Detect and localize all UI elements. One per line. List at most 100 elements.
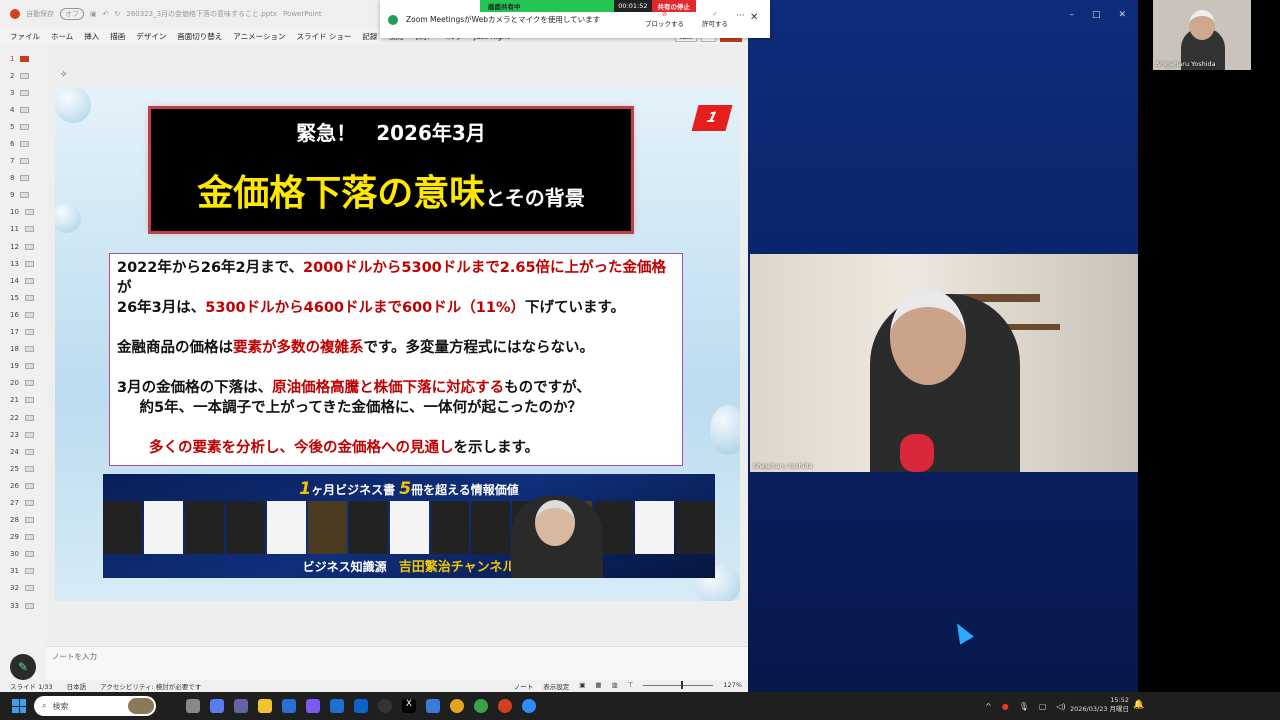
slide-thumbnail[interactable]: 21 (0, 392, 46, 409)
file-explorer-icon[interactable] (258, 699, 272, 713)
slide-thumbnail[interactable]: 7 (0, 153, 46, 170)
slide-thumbnail[interactable]: 32 (0, 580, 46, 597)
microphone-icon[interactable]: 🎙 (1019, 702, 1029, 711)
thumbnail-number: 20 (10, 379, 19, 388)
slide-thumbnail[interactable]: 23 (0, 426, 46, 443)
network-icon[interactable]: ▢ (1039, 702, 1047, 711)
tab-slideshow[interactable]: スライド ショー (296, 31, 351, 42)
slide-thumbnail[interactable]: 18 (0, 341, 46, 358)
slide-thumbnail[interactable]: 8 (0, 170, 46, 187)
slide-thumbnail[interactable]: 15 (0, 289, 46, 306)
copilot-icon[interactable] (210, 699, 224, 713)
accessibility-status[interactable]: アクセシビリティ: 検討が必要です (100, 681, 201, 691)
tab-file[interactable]: ファイル (10, 31, 40, 42)
undo-icon[interactable]: ↶ (103, 10, 109, 18)
notes-button[interactable]: ノート (514, 681, 534, 691)
reading-view-icon[interactable]: ▥ (612, 681, 618, 691)
slide-thumbnail[interactable]: 31 (0, 563, 46, 580)
slide-thumbnail[interactable]: 2 (0, 67, 46, 84)
slide-thumbnail[interactable]: 10 (0, 204, 46, 221)
taskbar-search[interactable]: ⌕ 検索 (34, 696, 156, 716)
tab-transitions[interactable]: 画面切り替え (177, 31, 222, 42)
windows-start-icon[interactable] (12, 699, 26, 713)
slide-thumbnail[interactable]: 9 (0, 187, 46, 204)
slide-thumbnail[interactable]: 12 (0, 238, 46, 255)
slide-thumbnail[interactable]: 6 (0, 135, 46, 152)
powerpoint-taskbar-icon[interactable] (498, 699, 512, 713)
slide-thumbnail[interactable]: 14 (0, 272, 46, 289)
stop-share-button[interactable]: 共有の停止 (651, 0, 696, 12)
slide-thumbnail[interactable]: 22 (0, 409, 46, 426)
slide-thumbnail[interactable]: 5 (0, 118, 46, 135)
language[interactable]: 日本語 (67, 681, 87, 691)
slide-thumbnail-pane[interactable]: 1 2 3 4 5 6 7 8 9 10 11 12 13 14 15 16 17 18 19 20 21 22 23 24 2… (0, 50, 46, 610)
maximize-icon[interactable]: □ (1092, 10, 1101, 20)
minimize-icon[interactable]: – (1069, 10, 1074, 20)
notification-bell-icon[interactable]: 🔔 (1133, 700, 1144, 710)
tab-draw[interactable]: 描画 (110, 31, 125, 42)
zoom-slider[interactable] (643, 681, 714, 689)
teams-icon[interactable] (234, 699, 248, 713)
task-view-icon[interactable] (186, 699, 200, 713)
sharing-indicator[interactable]: 画面共有中 (480, 0, 615, 12)
self-view-thumbnail[interactable]: Shigeharu Yoshida (1153, 0, 1251, 70)
save-icon[interactable]: ▣ (90, 10, 97, 18)
zoom-level[interactable]: 127% (723, 681, 742, 691)
redo-icon[interactable]: ↻ (115, 10, 121, 18)
copilot-app-icon[interactable] (306, 699, 320, 713)
chevron-up-icon[interactable]: ^ (985, 702, 992, 711)
slideshow-view-icon[interactable]: ⊤ (628, 681, 634, 691)
slide-thumbnail[interactable]: 13 (0, 255, 46, 272)
chrome-profile-icon[interactable] (474, 699, 488, 713)
volume-icon[interactable]: ◁) (1056, 702, 1065, 711)
block-button[interactable]: ⊘ ブロックする (645, 10, 684, 28)
word-icon[interactable] (330, 699, 344, 713)
store-icon[interactable] (282, 699, 296, 713)
designer-icon[interactable]: ✧ (60, 70, 68, 80)
outlook-icon[interactable] (354, 699, 368, 713)
slide-thumbnail[interactable]: 25 (0, 460, 46, 477)
slide-thumbnail[interactable]: 11 (0, 221, 46, 238)
tab-record[interactable]: 記録 (362, 31, 377, 42)
sorter-view-icon[interactable]: ▦ (595, 681, 601, 691)
display-settings-button[interactable]: 表示設定 (543, 681, 569, 691)
slide-thumbnail[interactable]: 33 (0, 597, 46, 614)
speedometer-icon[interactable] (378, 699, 392, 713)
recording-icon[interactable]: ● (1002, 702, 1009, 711)
pen-icon[interactable]: ✎ (10, 654, 36, 680)
slide-thumbnail[interactable]: 26 (0, 477, 46, 494)
tab-home[interactable]: ホーム (51, 31, 73, 42)
banner-num2: 5 (399, 479, 412, 499)
thumbnail-number: 27 (10, 498, 19, 507)
slide-thumbnail[interactable]: 16 (0, 306, 46, 323)
slide-thumbnail[interactable]: 1 (0, 50, 46, 67)
autosave-toggle[interactable]: オフ (60, 8, 84, 20)
more-icon[interactable]: ··· (736, 11, 745, 21)
search-placeholder: 検索 (52, 701, 69, 711)
slide-thumbnail[interactable]: 27 (0, 494, 46, 511)
slide-thumbnail[interactable]: 4 (0, 101, 46, 118)
clock[interactable]: 15:52 2026/03/23 月曜日 (1070, 696, 1129, 714)
tab-insert[interactable]: 挿入 (84, 31, 99, 42)
slide-thumbnail[interactable]: 3 (0, 84, 46, 101)
allow-button[interactable]: ✓ 許可する (702, 10, 728, 28)
slide-thumbnail[interactable]: 20 (0, 375, 46, 392)
slide[interactable]: 緊急！ 2026年3月 金価格下落の意味とその背景 1 2022年から26年2月… (55, 87, 740, 601)
x-icon[interactable]: X (402, 699, 416, 713)
tab-design[interactable]: デザイン (136, 31, 166, 42)
tab-animations[interactable]: アニメーション (233, 31, 285, 42)
normal-view-icon[interactable]: ▣ (579, 681, 585, 691)
chrome-icon[interactable] (450, 699, 464, 713)
close-notification-icon[interactable]: ✕ (750, 12, 758, 23)
slide-thumbnail[interactable]: 24 (0, 443, 46, 460)
slide-thumbnail[interactable]: 30 (0, 546, 46, 563)
pen-app-icon[interactable] (426, 699, 440, 713)
zoom-taskbar-icon[interactable] (522, 699, 536, 713)
slide-thumbnail[interactable]: 29 (0, 529, 46, 546)
slide-thumbnail[interactable]: 17 (0, 324, 46, 341)
slide-thumbnail[interactable]: 28 (0, 512, 46, 529)
share-timer[interactable]: 00:01:52 (614, 0, 652, 12)
notes-input[interactable]: ノートを入力 (46, 646, 748, 680)
slide-thumbnail[interactable]: 19 (0, 358, 46, 375)
close-icon[interactable]: ✕ (1118, 10, 1126, 20)
